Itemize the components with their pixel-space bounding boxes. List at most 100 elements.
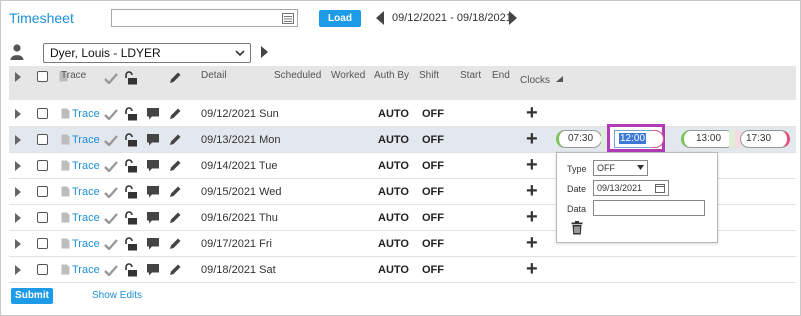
row-shift: OFF (422, 108, 444, 120)
trace-link[interactable]: Trace (72, 205, 100, 231)
row-checkbox[interactable] (37, 186, 48, 197)
row-date: 09/16/2021 Thu (201, 212, 278, 224)
add-clock-icon[interactable]: + (526, 153, 538, 179)
comment-icon[interactable] (146, 133, 160, 147)
row-date: 09/12/2021 Sun (201, 108, 279, 120)
trace-link[interactable]: Trace (72, 127, 100, 153)
employee-selected-value: Dyer, Louis - LDYER (50, 46, 161, 60)
row-checkbox[interactable] (37, 108, 48, 119)
checkmark-icon[interactable] (104, 135, 118, 146)
row-shift: OFF (422, 264, 444, 276)
add-clock-icon[interactable]: + (526, 205, 538, 231)
clock-divider (601, 130, 605, 148)
unlock-icon[interactable] (123, 107, 138, 121)
pencil-icon[interactable] (168, 211, 182, 225)
unlock-icon[interactable] (123, 237, 138, 251)
unlock-icon[interactable] (123, 133, 138, 147)
chevron-down-icon (235, 50, 245, 57)
submit-button[interactable]: Submit (11, 288, 53, 304)
checkmark-icon[interactable] (104, 161, 118, 172)
trace-link[interactable]: Trace (72, 153, 100, 179)
row-auth-by: AUTO (378, 134, 409, 146)
row-checkbox[interactable] (37, 238, 48, 249)
pencil-icon[interactable] (168, 71, 182, 85)
pencil-icon[interactable] (168, 107, 182, 121)
unlock-icon[interactable] (123, 185, 138, 199)
pencil-icon[interactable] (168, 237, 182, 251)
checkmark-icon[interactable] (104, 239, 118, 250)
unlock-icon[interactable] (123, 159, 138, 173)
popup-type-select[interactable]: OFF (593, 160, 648, 176)
expand-all-icon[interactable] (15, 72, 21, 82)
add-clock-icon[interactable]: + (526, 101, 538, 127)
clock-out-2-value: 17:30 (746, 133, 772, 144)
sort-asc-icon[interactable] (556, 76, 563, 82)
document-icon (61, 160, 70, 171)
expand-row-icon[interactable] (15, 135, 21, 145)
expand-row-icon[interactable] (15, 239, 21, 249)
next-week-icon[interactable] (509, 11, 517, 25)
checkmark-icon[interactable] (104, 187, 118, 198)
checkmark-icon[interactable] (104, 109, 118, 120)
table-row[interactable]: Trace 09/18/2021 Sat AUTO OFF + (9, 257, 796, 283)
employee-select[interactable]: Dyer, Louis - LDYER (43, 43, 251, 63)
trace-link[interactable]: Trace (72, 257, 100, 283)
comment-icon[interactable] (146, 263, 160, 277)
clock-edit-popup: Type OFF Date 09/13/2021 Data (556, 152, 718, 243)
unlock-icon[interactable] (123, 211, 138, 225)
trash-icon[interactable] (571, 221, 583, 235)
comment-icon[interactable] (146, 237, 160, 251)
search-input[interactable] (111, 9, 298, 27)
calendar-list-icon[interactable] (282, 12, 294, 24)
pencil-icon[interactable] (168, 133, 182, 147)
show-edits-link[interactable]: Show Edits (92, 290, 142, 301)
trace-link[interactable]: Trace (72, 231, 100, 257)
expand-row-icon[interactable] (15, 213, 21, 223)
checkmark-icon[interactable] (104, 73, 118, 84)
unlock-icon[interactable] (123, 263, 138, 277)
pencil-icon[interactable] (168, 159, 182, 173)
add-clock-icon[interactable]: + (526, 127, 538, 153)
popup-date-input[interactable]: 09/13/2021 (593, 180, 669, 196)
load-button[interactable]: Load (319, 10, 361, 27)
person-icon (10, 44, 24, 60)
calendar-icon[interactable] (655, 183, 665, 193)
popup-date-label: Date (567, 184, 587, 194)
row-checkbox[interactable] (37, 264, 48, 275)
comment-icon[interactable] (146, 211, 160, 225)
table-row[interactable]: Trace 09/13/2021 Mon AUTO OFF + (9, 127, 796, 153)
clock-in-2[interactable]: 13:00 (681, 130, 735, 148)
trace-link[interactable]: Trace (72, 179, 100, 205)
add-clock-icon[interactable]: + (526, 257, 538, 283)
add-clock-icon[interactable]: + (526, 179, 538, 205)
comment-icon[interactable] (146, 107, 160, 121)
clock-in-2-value: 13:00 (696, 133, 722, 144)
row-checkbox[interactable] (37, 134, 48, 145)
row-checkbox[interactable] (37, 160, 48, 171)
prev-week-icon[interactable] (376, 11, 384, 25)
expand-row-icon[interactable] (15, 161, 21, 171)
expand-row-icon[interactable] (15, 265, 21, 275)
table-row[interactable]: Trace 09/12/2021 Sun AUTO OFF + (9, 101, 796, 127)
row-checkbox[interactable] (37, 212, 48, 223)
add-clock-icon[interactable]: + (526, 231, 538, 257)
clock-out-1-value: 12:00 (619, 133, 647, 144)
pencil-icon[interactable] (168, 185, 182, 199)
checkmark-icon[interactable] (104, 265, 118, 276)
comment-icon[interactable] (146, 185, 160, 199)
next-employee-icon[interactable] (261, 46, 268, 58)
clock-in-1[interactable]: 07:30 (556, 130, 602, 148)
trace-link[interactable]: Trace (72, 101, 100, 127)
select-all-checkbox[interactable] (37, 71, 48, 82)
checkmark-icon[interactable] (104, 213, 118, 224)
comment-icon[interactable] (146, 159, 160, 173)
clock-out-2[interactable]: 17:30 (740, 130, 790, 148)
col-detail: Detail (201, 70, 227, 81)
clock-out-1-input[interactable]: 12:00 (614, 130, 654, 148)
col-clocks[interactable]: Clocks (520, 75, 550, 86)
popup-data-input[interactable] (593, 200, 705, 216)
expand-row-icon[interactable] (15, 187, 21, 197)
unlock-icon[interactable] (123, 71, 138, 85)
expand-row-icon[interactable] (15, 109, 21, 119)
pencil-icon[interactable] (168, 263, 182, 277)
